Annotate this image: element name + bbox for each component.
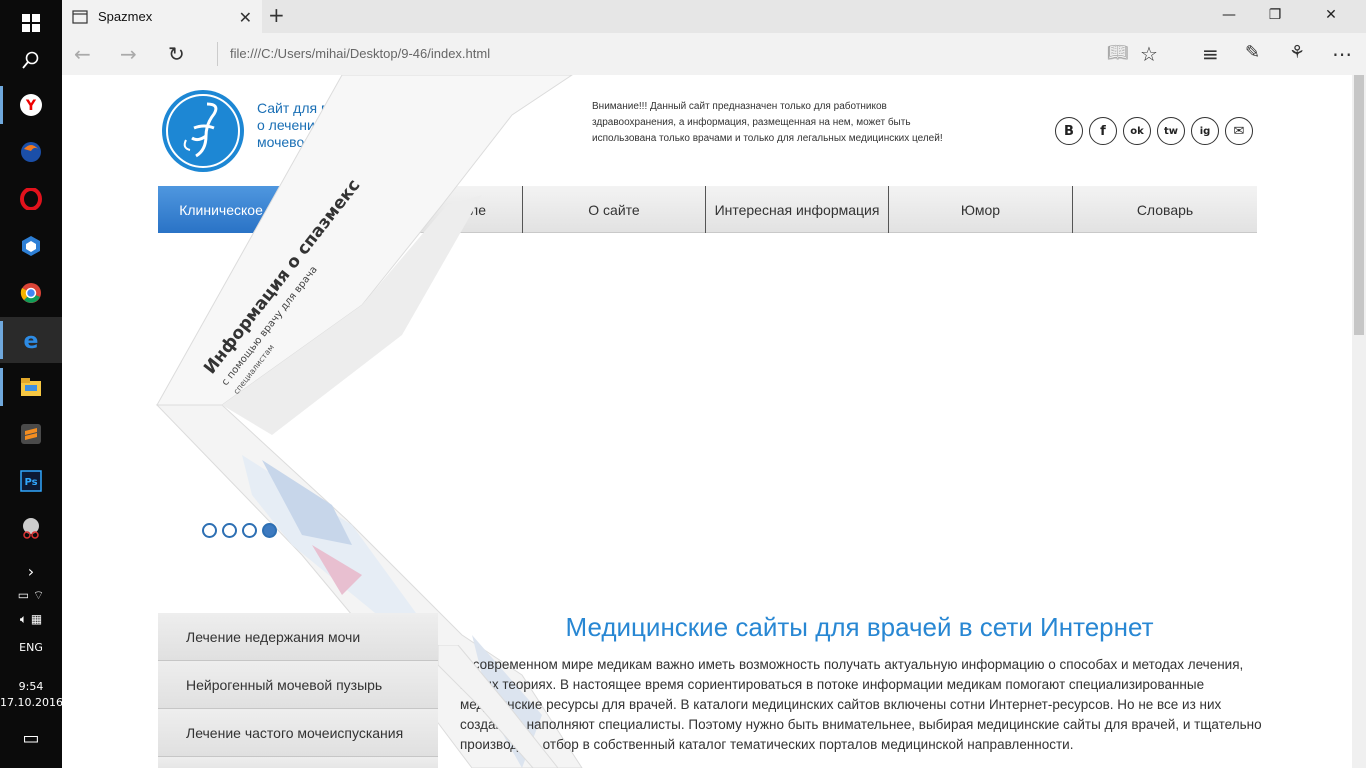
clock-date[interactable]: 17.10.2016 [0,696,63,709]
facebook-icon[interactable]: f [1089,117,1117,145]
more-icon[interactable]: ⋯ [1332,42,1352,66]
slider-dot[interactable] [202,523,217,538]
sidebar-menu: Лечение недержания мочи Нейрогенный моче… [158,613,438,768]
svg-text:Y: Y [25,98,37,114]
address-divider [217,42,218,66]
menu-item-glossary[interactable]: Словарь [1073,186,1257,233]
slider-panel-overlay [438,645,558,768]
refresh-icon[interactable]: ↻ [168,42,185,66]
menu-item-interesting[interactable]: Интересная информация [706,186,889,233]
photoshop-icon[interactable]: Ps [0,458,62,504]
slider-dot[interactable] [242,523,257,538]
slider-dot-active[interactable] [262,523,277,538]
sidebar-item-neurogenic[interactable]: Нейрогенный мочевой пузырь [158,661,438,709]
slider-dot[interactable] [222,523,237,538]
chrome-icon[interactable] [0,270,62,316]
svg-text:Ps: Ps [24,477,37,488]
address-bar[interactable]: file:///C:/Users/mihai/Desktop/9-46/inde… [230,46,490,61]
sidebar-item-next[interactable] [158,757,438,768]
sidebar-item-incontinence[interactable]: Лечение недержания мочи [158,613,438,661]
volume-icon[interactable]: 🔈︎ ▦ [0,612,62,627]
share-icon[interactable]: ⚘ [1289,42,1305,63]
web-page: Сайт для врачей о лечении синдрома гипе … [62,75,1352,768]
edge-icon[interactable]: e [0,317,62,363]
hub-icon[interactable]: ≡ [1202,42,1219,66]
twitter-icon[interactable]: tw [1157,117,1185,145]
chevron-up-icon[interactable]: › [0,562,62,581]
clock-time[interactable]: 9:54 [0,680,62,693]
maximize-button[interactable]: ❐ [1252,7,1298,23]
reading-view-icon[interactable]: 📖︎ [1107,43,1129,63]
minimize-button[interactable]: — [1206,7,1252,23]
new-tab-button[interactable]: + [268,3,285,27]
tab-close-icon[interactable]: ✕ [239,8,252,27]
slider-pagination [202,523,277,538]
sublime-icon[interactable] [0,411,62,457]
yandex-icon[interactable]: Y [0,82,62,128]
page-scrollbar[interactable] [1352,75,1366,768]
notifications-icon[interactable]: ▭ [0,728,62,749]
forward-arrow-icon[interactable]: → [120,42,137,66]
opera-icon[interactable] [0,176,62,222]
scrollbar-thumb[interactable] [1354,75,1364,335]
browser-tab[interactable]: Spazmex ✕ [62,0,262,33]
svg-text:e: e [24,329,39,351]
vk-icon[interactable]: B [1055,117,1083,145]
firefox-icon[interactable] [0,129,62,175]
battery-wifi-icons[interactable]: ▭ ⌔ [0,588,62,603]
browser-navbar: ← → ↻ file:///C:/Users/mihai/Desktop/9-4… [62,33,1366,75]
app-scissors-icon[interactable] [0,505,62,551]
favorite-star-icon[interactable]: ☆ [1140,42,1158,66]
sidebar-item-frequent[interactable]: Лечение частого мочеиспускания [158,709,438,757]
tab-title: Spazmex [98,9,153,24]
menu-item-humor[interactable]: Юмор [889,186,1073,233]
windows-taskbar: Y e Ps › ▭ ⌔ 🔈︎ ▦ ENG 9:54 17.10.2016 ▭ [0,0,63,768]
instagram-icon[interactable]: ig [1191,117,1219,145]
browser-tabstrip: Spazmex ✕ + — ❐ ✕ [62,0,1366,33]
app-hex-icon[interactable] [0,223,62,269]
social-links: B f ok tw ig ✉ [1055,117,1253,145]
web-note-icon[interactable]: ✎ [1245,42,1260,63]
main-heading: Медицинские сайты для врачей в сети Инте… [565,612,1154,642]
close-window-button[interactable]: ✕ [1308,7,1354,23]
file-explorer-icon[interactable] [0,364,62,410]
odnoklassniki-icon[interactable]: ok [1123,117,1151,145]
back-arrow-icon[interactable]: ← [74,42,91,66]
main-paragraph: В современном мире медикам важно иметь в… [460,657,1262,752]
email-icon[interactable]: ✉ [1225,117,1253,145]
search-icon[interactable] [0,37,62,83]
page-icon [72,9,88,24]
warning-notice: Внимание!!! Данный сайт предназначен тол… [592,101,943,144]
language-indicator[interactable]: ENG [0,641,62,654]
